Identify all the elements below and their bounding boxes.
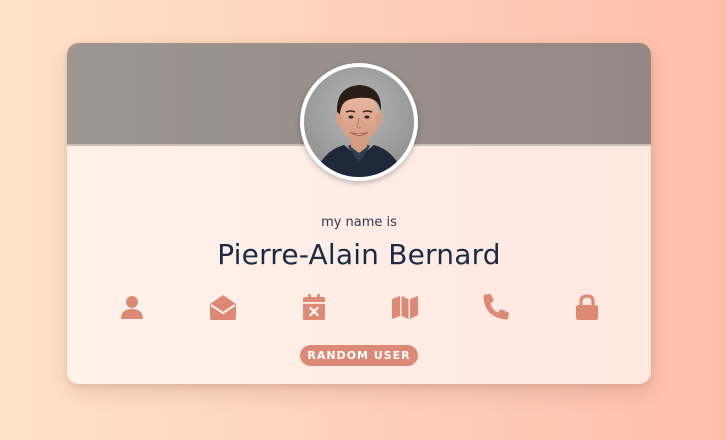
envelope-open-icon[interactable]	[209, 293, 237, 321]
avatar-photo	[304, 67, 414, 177]
avatar	[300, 63, 418, 181]
map-glyph	[392, 296, 418, 319]
user-glyph	[121, 296, 143, 319]
lock-icon[interactable]	[573, 293, 601, 321]
map-icon[interactable]	[391, 293, 419, 321]
lock-glyph	[576, 294, 598, 320]
envelope-glyph	[210, 295, 236, 320]
phone-icon[interactable]	[482, 293, 510, 321]
random-user-button[interactable]: RANDOM USER	[300, 345, 418, 366]
name-label: my name is	[321, 215, 397, 230]
calendar-glyph	[303, 294, 325, 320]
user-name: Pierre-Alain Bernard	[217, 238, 501, 271]
info-icon-row	[67, 293, 651, 321]
user-icon[interactable]	[118, 293, 146, 321]
phone-glyph	[483, 293, 510, 320]
profile-card: my name is Pierre-Alain Bernard RANDOM U…	[67, 43, 651, 384]
calendar-x-icon[interactable]	[300, 293, 328, 321]
